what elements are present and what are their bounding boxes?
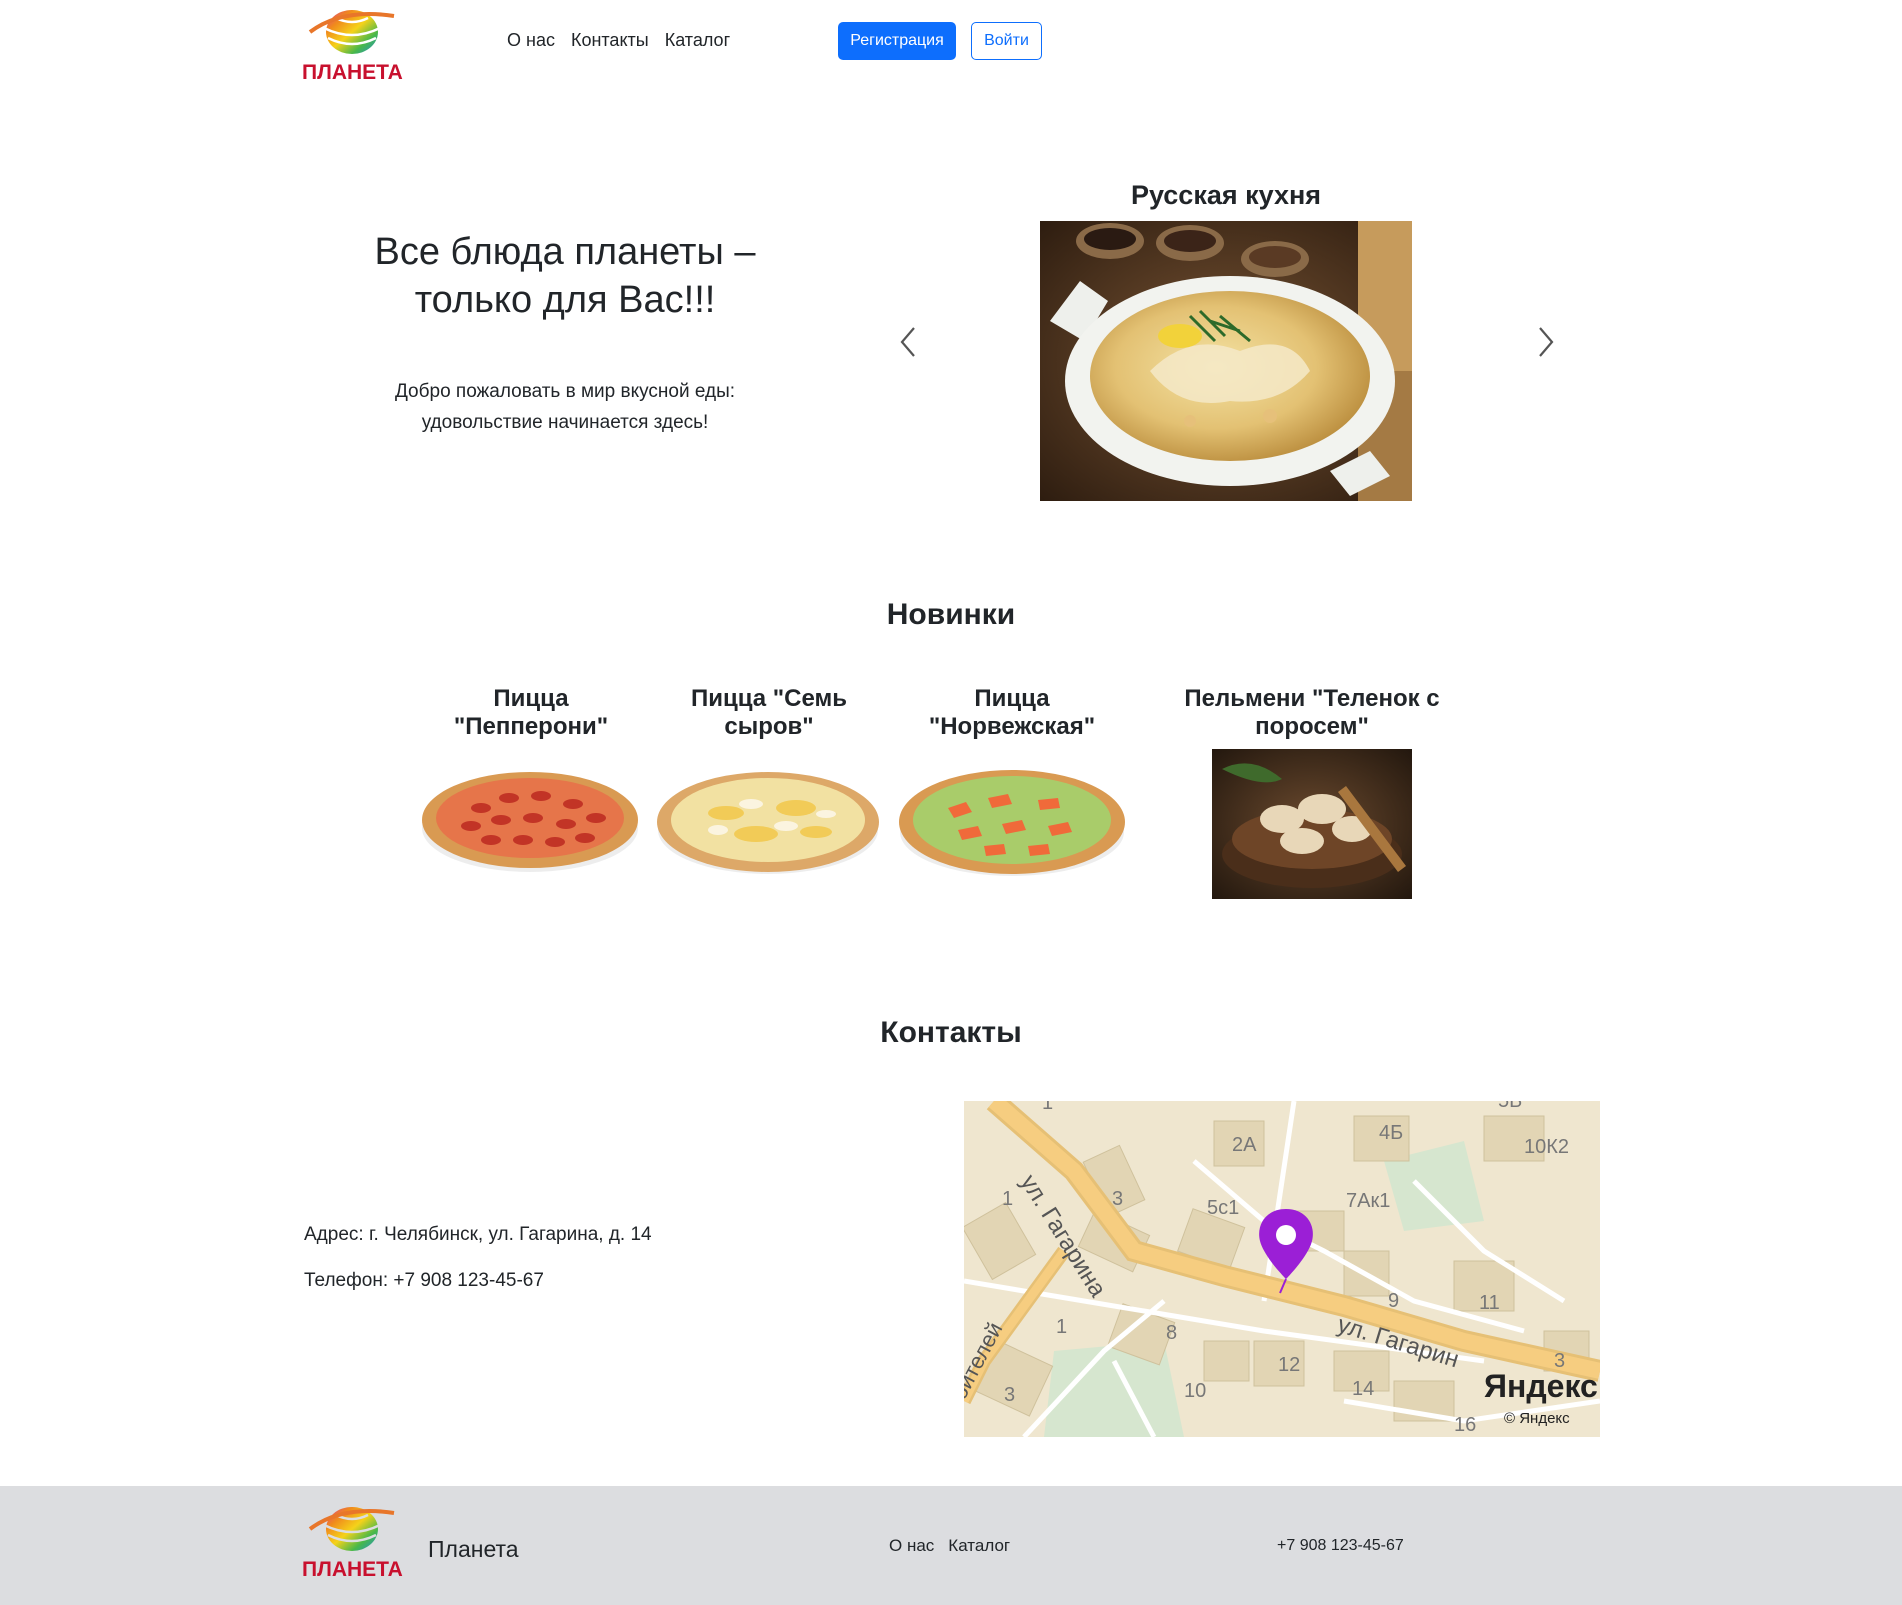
footer-link-about[interactable]: О нас [889,1536,934,1556]
contact-address: Адрес: г. Челябинск, ул. Гагарина, д. 14 [304,1224,652,1245]
logo-text: ПЛАНЕТА [302,61,403,84]
footer-link-catalog[interactable]: Каталог [948,1536,1010,1556]
carousel-next-button[interactable] [1530,322,1560,362]
map-house-number: 2А [1232,1134,1257,1156]
carousel-image-russian-dish [1040,221,1412,501]
map-house-number: 1 [1042,1101,1053,1114]
product-title-line2: "Норвежская" [928,713,1096,740]
chevron-left-icon [900,327,915,357]
product-title-line2: "Пепперони" [453,713,609,740]
hero-title: Все блюда планеты – только для Вас!!! [330,228,800,324]
product-title-line2: сыров" [724,713,814,740]
chevron-right-icon [1539,327,1554,357]
product-title-pepperoni[interactable]: Пицца "Пепперони" [420,685,642,741]
product-title-norwegian[interactable]: Пицца "Норвежская" [900,685,1124,741]
product-image-pelmeni[interactable] [1212,749,1412,904]
product-title-line1: Пицца [974,685,1050,712]
map-house-number: 3 [1112,1188,1123,1210]
footer-brand-name: Планета [428,1536,519,1562]
contact-phone: Телефон: +7 908 123-45-67 [304,1270,544,1291]
hero-title-line2: только для Вас!!! [414,279,716,321]
product-image-norwegian[interactable] [898,768,1126,883]
map-copyright: © Яндекс [1504,1410,1570,1427]
nav-link-about[interactable]: О нас [507,30,555,51]
hero-subtitle-line1: Добро пожаловать в мир вкусной еды: [394,381,736,402]
map-house-number: 14 [1352,1378,1374,1400]
product-image-pepperoni[interactable] [421,768,639,879]
map-house-number: 4Б [1379,1122,1403,1144]
logo-text: ПЛАНЕТА [302,1558,403,1581]
product-image-seven-cheeses[interactable] [656,768,880,881]
hero-subtitle: Добро пожаловать в мир вкусной еды: удов… [330,376,800,438]
map-house-number: 5с1 [1207,1197,1239,1219]
product-title-line1: Пицца [493,685,569,712]
map-house-number: 10К2 [1524,1136,1569,1158]
new-items-title: Новинки [886,598,1016,631]
footer-phone[interactable]: +7 908 123-45-67 [1277,1537,1404,1555]
map-house-number: 12 [1278,1354,1300,1376]
map-widget[interactable]: ул. Гагарина ул. Гагарин оителей 1 2А 4Б… [964,1101,1600,1437]
carousel-caption: Русская кухня [1130,180,1322,210]
header-logo[interactable]: ПЛАНЕТА [302,6,406,86]
footer-nav: О нас Каталог [889,1536,1010,1556]
product-title-pelmeni[interactable]: Пельмени "Теленок с поросем" [1180,685,1444,741]
product-title-line1: Пельмени "Теленок с [1184,685,1440,712]
product-title-line2: поросем" [1255,713,1369,740]
map-house-number: 1 [1056,1316,1067,1338]
map-house-number: 1 [1002,1188,1013,1210]
map-house-number: 16 [1454,1414,1476,1436]
map-house-number: 7Ак1 [1346,1190,1390,1212]
login-button[interactable]: Войти [971,22,1042,60]
map-house-number: 10 [1184,1380,1206,1402]
contacts-title: Контакты [880,1016,1022,1049]
register-button[interactable]: Регистрация [838,22,956,60]
map-house-number: 8 [1166,1322,1177,1344]
header-nav: О нас Контакты Каталог [507,30,730,51]
footer-logo[interactable]: ПЛАНЕТА [302,1503,406,1583]
map-house-number: 9 [1388,1290,1399,1312]
carousel-prev-button[interactable] [894,322,924,362]
yandex-logo[interactable]: Яндекс [1484,1368,1598,1404]
hero-title-line1: Все блюда планеты – [374,231,756,273]
hero-subtitle-line2: удовольствие начинается здесь! [421,412,709,433]
product-title-seven-cheeses[interactable]: Пицца "Семь сыров" [660,685,878,741]
map-house-number: 5Б [1498,1101,1522,1112]
map-house-number: 11 [1479,1292,1500,1314]
nav-link-catalog[interactable]: Каталог [665,30,730,51]
product-title-line1: Пицца "Семь [690,685,848,712]
nav-link-contacts[interactable]: Контакты [571,30,649,51]
map-house-number: 3 [1004,1384,1015,1406]
